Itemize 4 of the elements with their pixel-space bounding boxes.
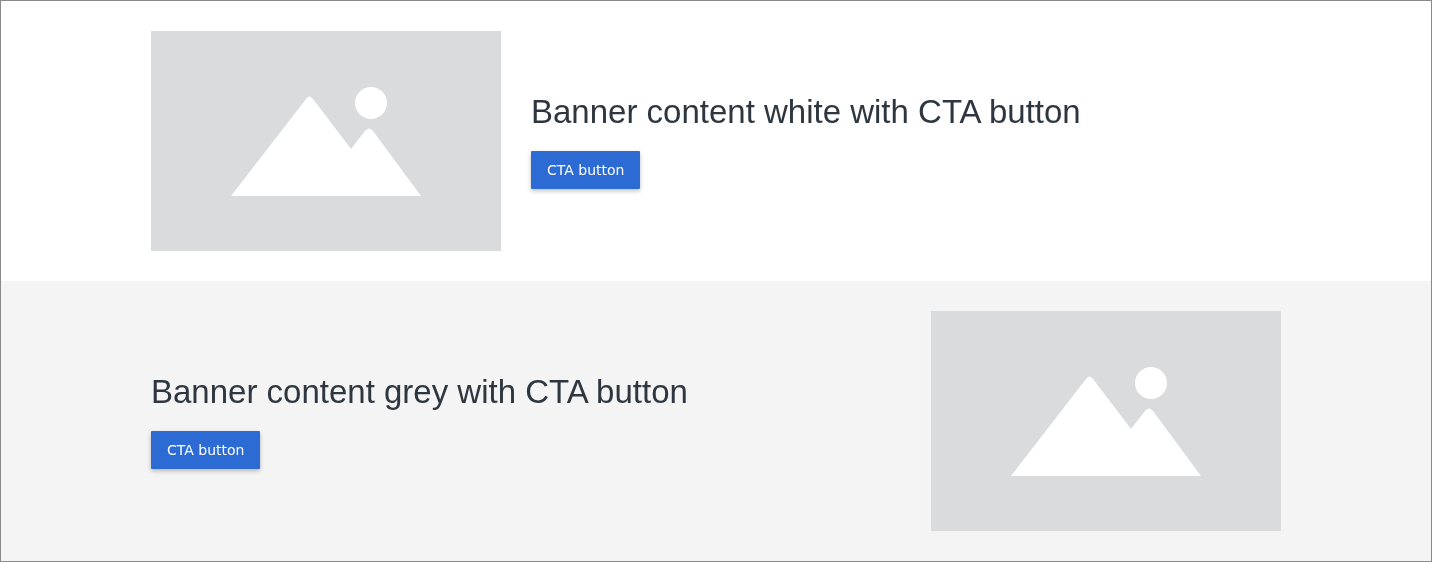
banner-heading: Banner content white with CTA button [531, 93, 1081, 131]
cta-button[interactable]: CTA button [531, 151, 641, 189]
cta-button[interactable]: CTA button [151, 431, 261, 469]
banner-heading: Banner content grey with CTA button [151, 373, 688, 411]
